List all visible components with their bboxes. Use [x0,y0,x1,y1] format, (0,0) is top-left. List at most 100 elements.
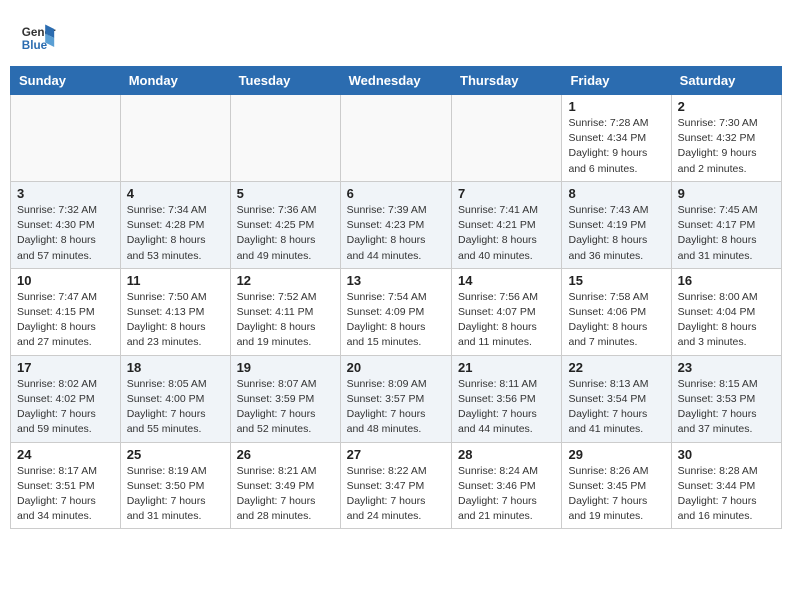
logo: General Blue [20,20,56,56]
col-header-monday: Monday [120,67,230,95]
calendar-cell: 16 Sunrise: 8:00 AMSunset: 4:04 PMDayligh… [671,268,781,355]
calendar-cell: 30 Sunrise: 8:28 AMSunset: 3:44 PMDayligh… [671,442,781,529]
calendar-cell: 15Sunrise: 7:58 AMSunset: 4:06 PMDayligh… [562,268,671,355]
day-info: Sunrise: 7:43 AMSunset: 4:19 PMDaylight:… [568,203,664,264]
day-number: 5 [237,186,334,201]
calendar-cell: 9 Sunrise: 7:45 AMSunset: 4:17 PMDaylight… [671,181,781,268]
day-number: 3 [17,186,114,201]
calendar-cell [11,95,121,182]
day-info: Sunrise: 8:11 AMSunset: 3:56 PMDaylight:… [458,377,555,438]
day-info: Sunrise: 7:30 AMSunset: 4:32 PMDaylight:… [678,116,775,177]
day-number: 23 [678,360,775,375]
day-number: 25 [127,447,224,462]
calendar-cell: 25 Sunrise: 8:19 AMSunset: 3:50 PMDayligh… [120,442,230,529]
calendar-cell: 12 Sunrise: 7:52 AMSunset: 4:11 PMDayligh… [230,268,340,355]
day-number: 14 [458,273,555,288]
calendar-cell: 4 Sunrise: 7:34 AMSunset: 4:28 PMDaylight… [120,181,230,268]
day-info: Sunrise: 7:56 AMSunset: 4:07 PMDaylight:… [458,290,555,351]
day-info: Sunrise: 8:17 AMSunset: 3:51 PMDaylight:… [17,464,114,525]
calendar-cell: 24 Sunrise: 8:17 AMSunset: 3:51 PMDayligh… [11,442,121,529]
day-number: 30 [678,447,775,462]
col-header-wednesday: Wednesday [340,67,451,95]
col-header-friday: Friday [562,67,671,95]
calendar-cell: 29 Sunrise: 8:26 AMSunset: 3:45 PMDayligh… [562,442,671,529]
day-info: Sunrise: 7:36 AMSunset: 4:25 PMDaylight:… [237,203,334,264]
day-info: Sunrise: 8:26 AMSunset: 3:45 PMDaylight:… [568,464,664,525]
calendar-cell: 1 Sunrise: 7:28 AMSunset: 4:34 PMDaylight… [562,95,671,182]
calendar-cell: 19 Sunrise: 8:07 AMSunset: 3:59 PMDayligh… [230,355,340,442]
calendar-cell: 17 Sunrise: 8:02 AMSunset: 4:02 PMDayligh… [11,355,121,442]
calendar-cell: 13 Sunrise: 7:54 AMSunset: 4:09 PMDayligh… [340,268,451,355]
day-number: 24 [17,447,114,462]
calendar-cell: 2Sunrise: 7:30 AMSunset: 4:32 PMDaylight… [671,95,781,182]
day-number: 11 [127,273,224,288]
day-info: Sunrise: 8:15 AMSunset: 3:53 PMDaylight:… [678,377,775,438]
calendar-cell [230,95,340,182]
day-info: Sunrise: 7:50 AMSunset: 4:13 PMDaylight:… [127,290,224,351]
day-info: Sunrise: 7:34 AMSunset: 4:28 PMDaylight:… [127,203,224,264]
day-number: 1 [568,99,664,114]
day-number: 8 [568,186,664,201]
day-number: 17 [17,360,114,375]
day-number: 28 [458,447,555,462]
calendar-cell: 11 Sunrise: 7:50 AMSunset: 4:13 PMDayligh… [120,268,230,355]
day-number: 20 [347,360,445,375]
header: General Blue [10,10,782,61]
day-info: Sunrise: 8:22 AMSunset: 3:47 PMDaylight:… [347,464,445,525]
day-info: Sunrise: 7:47 AMSunset: 4:15 PMDaylight:… [17,290,114,351]
calendar-cell: 5 Sunrise: 7:36 AMSunset: 4:25 PMDaylight… [230,181,340,268]
calendar-cell: 8 Sunrise: 7:43 AMSunset: 4:19 PMDaylight… [562,181,671,268]
day-number: 21 [458,360,555,375]
calendar-cell: 28 Sunrise: 8:24 AMSunset: 3:46 PMDayligh… [452,442,562,529]
day-number: 13 [347,273,445,288]
calendar-cell: 18Sunrise: 8:05 AMSunset: 4:00 PMDayligh… [120,355,230,442]
day-info: Sunrise: 8:24 AMSunset: 3:46 PMDaylight:… [458,464,555,525]
day-info: Sunrise: 8:07 AMSunset: 3:59 PMDaylight:… [237,377,334,438]
day-info: Sunrise: 8:02 AMSunset: 4:02 PMDaylight:… [17,377,114,438]
calendar-cell: 22Sunrise: 8:13 AMSunset: 3:54 PMDayligh… [562,355,671,442]
day-number: 7 [458,186,555,201]
calendar-cell: 7Sunrise: 7:41 AMSunset: 4:21 PMDaylight… [452,181,562,268]
calendar-cell: 26 Sunrise: 8:21 AMSunset: 3:49 PMDayligh… [230,442,340,529]
day-number: 10 [17,273,114,288]
day-number: 26 [237,447,334,462]
day-number: 16 [678,273,775,288]
calendar-cell [120,95,230,182]
calendar-cell [340,95,451,182]
day-info: Sunrise: 7:28 AMSunset: 4:34 PMDaylight:… [568,116,664,177]
day-info: Sunrise: 7:58 AMSunset: 4:06 PMDaylight:… [568,290,664,351]
calendar-table: SundayMondayTuesdayWednesdayThursdayFrid… [10,66,782,529]
calendar-cell: 10 Sunrise: 7:47 AMSunset: 4:15 PMDayligh… [11,268,121,355]
day-number: 12 [237,273,334,288]
day-info: Sunrise: 8:00 AMSunset: 4:04 PMDaylight:… [678,290,775,351]
day-info: Sunrise: 7:54 AMSunset: 4:09 PMDaylight:… [347,290,445,351]
calendar-cell: 23 Sunrise: 8:15 AMSunset: 3:53 PMDayligh… [671,355,781,442]
day-number: 6 [347,186,445,201]
day-info: Sunrise: 8:21 AMSunset: 3:49 PMDaylight:… [237,464,334,525]
day-info: Sunrise: 7:52 AMSunset: 4:11 PMDaylight:… [237,290,334,351]
day-number: 29 [568,447,664,462]
day-number: 9 [678,186,775,201]
calendar-week-row: 1 Sunrise: 7:28 AMSunset: 4:34 PMDaylight… [11,95,782,182]
day-info: Sunrise: 8:13 AMSunset: 3:54 PMDaylight:… [568,377,664,438]
calendar-cell: 27 Sunrise: 8:22 AMSunset: 3:47 PMDayligh… [340,442,451,529]
col-header-saturday: Saturday [671,67,781,95]
calendar-week-row: 3 Sunrise: 7:32 AMSunset: 4:30 PMDaylight… [11,181,782,268]
col-header-tuesday: Tuesday [230,67,340,95]
calendar-cell: 3 Sunrise: 7:32 AMSunset: 4:30 PMDaylight… [11,181,121,268]
day-number: 4 [127,186,224,201]
calendar-week-row: 17 Sunrise: 8:02 AMSunset: 4:02 PMDayligh… [11,355,782,442]
day-info: Sunrise: 8:28 AMSunset: 3:44 PMDaylight:… [678,464,775,525]
calendar-week-row: 10 Sunrise: 7:47 AMSunset: 4:15 PMDayligh… [11,268,782,355]
day-number: 19 [237,360,334,375]
day-info: Sunrise: 7:32 AMSunset: 4:30 PMDaylight:… [17,203,114,264]
day-info: Sunrise: 8:19 AMSunset: 3:50 PMDaylight:… [127,464,224,525]
day-info: Sunrise: 8:05 AMSunset: 4:00 PMDaylight:… [127,377,224,438]
calendar-cell: 21 Sunrise: 8:11 AMSunset: 3:56 PMDayligh… [452,355,562,442]
day-info: Sunrise: 7:45 AMSunset: 4:17 PMDaylight:… [678,203,775,264]
col-header-sunday: Sunday [11,67,121,95]
day-info: Sunrise: 8:09 AMSunset: 3:57 PMDaylight:… [347,377,445,438]
calendar-week-row: 24 Sunrise: 8:17 AMSunset: 3:51 PMDayligh… [11,442,782,529]
logo-icon: General Blue [20,20,56,56]
day-number: 27 [347,447,445,462]
